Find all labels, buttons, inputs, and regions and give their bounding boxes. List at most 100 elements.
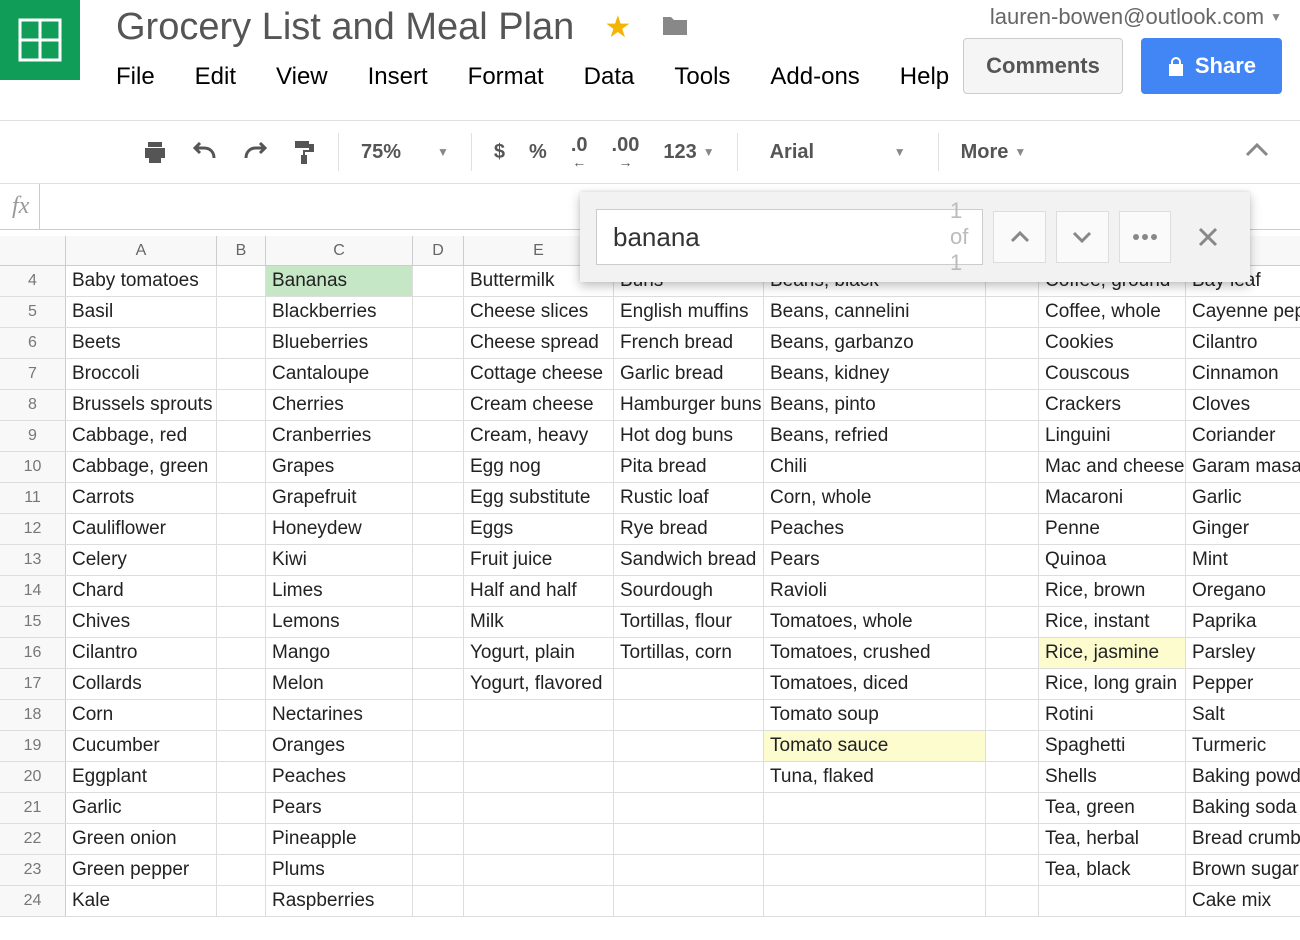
cell[interactable]: Tortillas, flour [614, 607, 764, 637]
cell[interactable]: English muffins [614, 297, 764, 327]
row-header[interactable]: 20 [0, 762, 66, 792]
cell[interactable]: Couscous [1039, 359, 1186, 389]
cell[interactable] [217, 762, 266, 792]
find-options-button[interactable] [1119, 211, 1172, 263]
cell[interactable] [413, 514, 464, 544]
col-header-C[interactable]: C [266, 236, 413, 265]
find-next-button[interactable] [1056, 211, 1109, 263]
increase-decimals[interactable]: .00→ [600, 129, 652, 175]
cell[interactable]: Tea, herbal [1039, 824, 1186, 854]
paint-format-icon[interactable] [280, 133, 328, 171]
row-header[interactable]: 21 [0, 793, 66, 823]
cell[interactable]: Rustic loaf [614, 483, 764, 513]
cell[interactable]: Cauliflower [66, 514, 217, 544]
menu-insert[interactable]: Insert [368, 63, 428, 91]
cell[interactable]: Penne [1039, 514, 1186, 544]
cell[interactable] [464, 824, 614, 854]
cell[interactable] [217, 266, 266, 296]
cell[interactable]: Cream, heavy [464, 421, 614, 451]
cell[interactable]: Peaches [764, 514, 986, 544]
cell[interactable] [413, 452, 464, 482]
cell[interactable]: Plums [266, 855, 413, 885]
cell[interactable]: Quinoa [1039, 545, 1186, 575]
cell[interactable]: Rice, jasmine [1039, 638, 1186, 668]
cell[interactable] [464, 731, 614, 761]
row-header[interactable]: 22 [0, 824, 66, 854]
cell[interactable]: Baking soda [1186, 793, 1300, 823]
cell[interactable] [413, 700, 464, 730]
cell[interactable]: Shells [1039, 762, 1186, 792]
cell[interactable] [217, 328, 266, 358]
cell[interactable]: Honeydew [266, 514, 413, 544]
cell[interactable] [217, 483, 266, 513]
cell[interactable]: Chard [66, 576, 217, 606]
menu-tools[interactable]: Tools [674, 63, 730, 91]
cell[interactable]: Peaches [266, 762, 413, 792]
cell[interactable]: Basil [66, 297, 217, 327]
cell[interactable] [413, 731, 464, 761]
cell[interactable] [464, 793, 614, 823]
cell[interactable] [986, 328, 1039, 358]
row-header[interactable]: 5 [0, 297, 66, 327]
cell[interactable]: Baking powder [1186, 762, 1300, 792]
cell[interactable] [413, 328, 464, 358]
cell[interactable]: Raspberries [266, 886, 413, 916]
cell[interactable]: Coffee, whole [1039, 297, 1186, 327]
document-title[interactable]: Grocery List and Meal Plan [116, 6, 574, 49]
format-percent[interactable]: % [517, 135, 559, 170]
cell[interactable]: Lemons [266, 607, 413, 637]
row-header[interactable]: 8 [0, 390, 66, 420]
cell[interactable] [986, 452, 1039, 482]
cell[interactable]: Carrots [66, 483, 217, 513]
cell[interactable] [986, 669, 1039, 699]
cell[interactable] [986, 793, 1039, 823]
cell[interactable]: French bread [614, 328, 764, 358]
cell[interactable] [413, 545, 464, 575]
cell[interactable] [986, 731, 1039, 761]
cell[interactable] [614, 886, 764, 916]
cell[interactable] [986, 824, 1039, 854]
cell[interactable] [217, 669, 266, 699]
menu-format[interactable]: Format [468, 63, 544, 91]
cell[interactable]: Cabbage, green [66, 452, 217, 482]
cell[interactable]: Pears [764, 545, 986, 575]
cell[interactable]: Pita bread [614, 452, 764, 482]
find-input[interactable] [611, 221, 950, 254]
cell[interactable]: Cookies [1039, 328, 1186, 358]
row-header[interactable]: 23 [0, 855, 66, 885]
cell[interactable]: Brown sugar [1186, 855, 1300, 885]
sheets-app-icon[interactable] [0, 0, 80, 80]
cell[interactable]: Beans, cannelini [764, 297, 986, 327]
cell[interactable]: Tea, green [1039, 793, 1186, 823]
cell[interactable]: Eggs [464, 514, 614, 544]
cell[interactable]: Garlic [1186, 483, 1300, 513]
cell[interactable]: Garam masala [1186, 452, 1300, 482]
cell[interactable] [986, 638, 1039, 668]
cell[interactable]: Half and half [464, 576, 614, 606]
cell[interactable]: Melon [266, 669, 413, 699]
cell[interactable]: Rice, brown [1039, 576, 1186, 606]
cell[interactable]: Cake mix [1186, 886, 1300, 916]
cell[interactable]: Chili [764, 452, 986, 482]
cell[interactable]: Tea, black [1039, 855, 1186, 885]
row-header[interactable]: 12 [0, 514, 66, 544]
row-header[interactable]: 16 [0, 638, 66, 668]
cell[interactable]: Cabbage, red [66, 421, 217, 451]
cell[interactable]: Ginger [1186, 514, 1300, 544]
cell[interactable]: Cinnamon [1186, 359, 1300, 389]
decrease-decimals[interactable]: .0← [559, 129, 600, 175]
cell[interactable]: Baby tomatoes [66, 266, 217, 296]
cell[interactable] [413, 824, 464, 854]
cell[interactable] [413, 421, 464, 451]
cell[interactable] [217, 731, 266, 761]
menu-addons[interactable]: Add-ons [770, 63, 859, 91]
cell[interactable] [614, 731, 764, 761]
cell[interactable]: Blueberries [266, 328, 413, 358]
cell[interactable] [413, 793, 464, 823]
row-header[interactable]: 10 [0, 452, 66, 482]
cell[interactable] [413, 266, 464, 296]
cell[interactable]: Tortillas, corn [614, 638, 764, 668]
cell[interactable]: Sandwich bread [614, 545, 764, 575]
cell[interactable]: Tomatoes, crushed [764, 638, 986, 668]
user-account[interactable]: lauren-bowen@outlook.com ▼ [990, 4, 1282, 30]
